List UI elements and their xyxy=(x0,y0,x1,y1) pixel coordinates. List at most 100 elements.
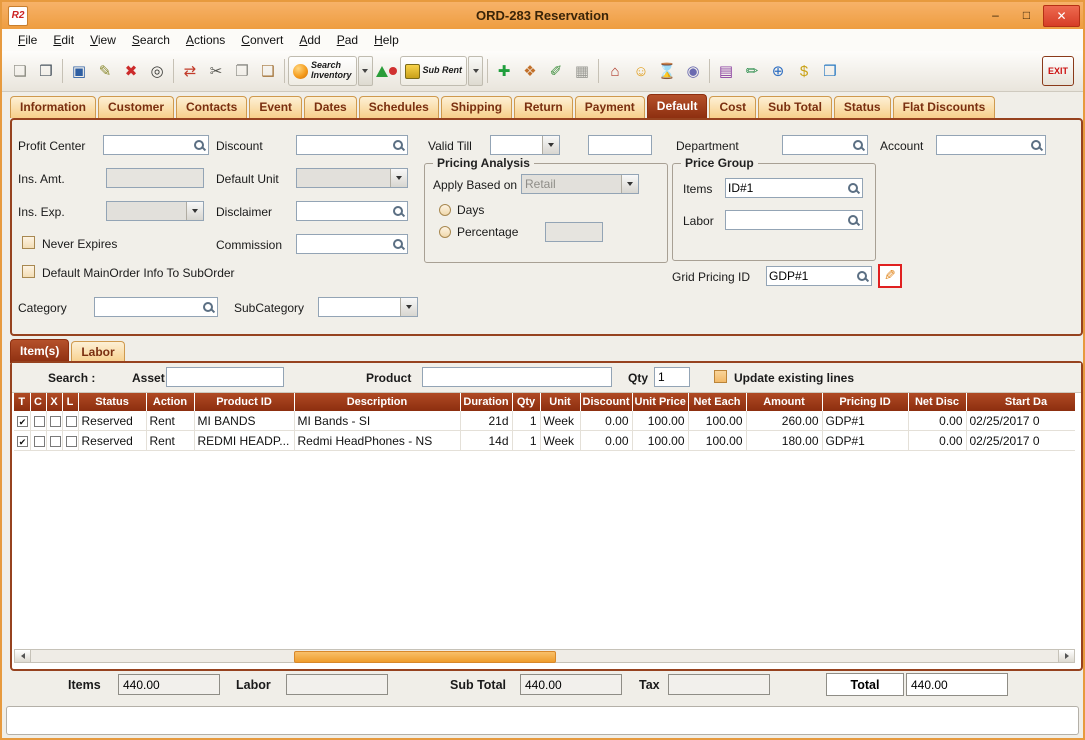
tab-cost[interactable]: Cost xyxy=(709,96,756,118)
notes-icon[interactable]: ✐ xyxy=(543,58,569,84)
col-header-t[interactable]: T xyxy=(14,393,30,411)
disclaimer-field[interactable] xyxy=(296,201,408,221)
col-header-qty[interactable]: Qty xyxy=(512,393,540,411)
col-header-description[interactable]: Description xyxy=(294,393,460,411)
add-item-icon[interactable]: ✚ xyxy=(491,58,517,84)
col-header-action[interactable]: Action xyxy=(146,393,194,411)
commission-field[interactable] xyxy=(296,234,408,254)
col-header-start-da[interactable]: Start Da xyxy=(966,393,1075,411)
col-header-x[interactable]: X xyxy=(46,393,62,411)
search-icon[interactable] xyxy=(847,182,860,195)
menu-convert[interactable]: Convert xyxy=(233,31,291,49)
grid-pricing-id-input[interactable] xyxy=(767,268,856,284)
convert-order-icon[interactable]: ⇄ xyxy=(177,58,203,84)
row-checkbox[interactable] xyxy=(34,436,45,447)
search-icon[interactable] xyxy=(856,270,869,283)
account-field[interactable] xyxy=(936,135,1046,155)
search-icon[interactable] xyxy=(392,238,405,251)
kits-icon[interactable]: ❖ xyxy=(517,58,543,84)
grid-pricing-edit-button[interactable] xyxy=(878,264,902,288)
tab-status[interactable]: Status xyxy=(834,96,891,118)
table-row[interactable]: ReservedRentREDMI HEADP...Redmi HeadPhon… xyxy=(14,431,1075,451)
sub-rent-button[interactable]: Sub Rent xyxy=(400,56,468,86)
col-header-discount[interactable]: Discount xyxy=(580,393,632,411)
tab-sub-total[interactable]: Sub Total xyxy=(758,96,832,118)
profit-center-input[interactable] xyxy=(104,137,193,153)
qty-input[interactable] xyxy=(654,367,690,387)
cut-icon[interactable]: ✂ xyxy=(203,58,229,84)
tab-flat-discounts[interactable]: Flat Discounts xyxy=(893,96,996,118)
default-mainorder-checkbox[interactable] xyxy=(22,265,35,278)
category-field[interactable] xyxy=(94,297,218,317)
row-checkbox[interactable] xyxy=(17,416,28,427)
menu-actions[interactable]: Actions xyxy=(178,31,233,49)
never-expires-checkbox[interactable] xyxy=(22,236,35,249)
search-icon[interactable] xyxy=(392,139,405,152)
find-icon[interactable]: ◎ xyxy=(144,58,170,84)
menu-help[interactable]: Help xyxy=(366,31,407,49)
row-checkbox[interactable] xyxy=(50,436,61,447)
books-icon[interactable]: ▤ xyxy=(713,58,739,84)
tab-event[interactable]: Event xyxy=(249,96,302,118)
col-header-unit-price[interactable]: Unit Price xyxy=(632,393,688,411)
tab-customer[interactable]: Customer xyxy=(98,96,174,118)
menu-pad[interactable]: Pad xyxy=(329,31,366,49)
sub-rent-dropdown-button[interactable] xyxy=(468,56,483,86)
col-header-amount[interactable]: Amount xyxy=(746,393,822,411)
items-tab-labor[interactable]: Labor xyxy=(71,341,124,363)
close-button[interactable]: ✕ xyxy=(1043,5,1080,27)
save-icon[interactable]: ▣ xyxy=(66,58,92,84)
account-input[interactable] xyxy=(937,137,1030,153)
paste-icon[interactable]: ❑ xyxy=(255,58,281,84)
items-tab-item-s[interactable]: Item(s) xyxy=(10,339,69,363)
scroll-right-button[interactable] xyxy=(1058,650,1074,662)
menu-file[interactable]: File xyxy=(10,31,45,49)
search-inventory-dropdown-button[interactable] xyxy=(358,56,373,86)
percentage-radio[interactable] xyxy=(439,226,451,238)
fax-icon[interactable]: ⌂ xyxy=(602,58,628,84)
discount-field[interactable] xyxy=(296,135,408,155)
globe-icon[interactable]: ⊕ xyxy=(765,58,791,84)
delete-icon[interactable]: ✖ xyxy=(118,58,144,84)
copy-icon[interactable]: ❐ xyxy=(229,58,255,84)
department-field[interactable] xyxy=(782,135,868,155)
scroll-left-button[interactable] xyxy=(15,650,31,662)
row-checkbox[interactable] xyxy=(50,416,61,427)
price-group-items-field[interactable] xyxy=(725,178,863,198)
search-icon[interactable] xyxy=(202,301,215,314)
maximize-button[interactable]: □ xyxy=(1012,5,1041,25)
row-checkbox[interactable] xyxy=(34,416,45,427)
smiley-icon[interactable]: ☺ xyxy=(628,58,654,84)
update-existing-lines-checkbox[interactable] xyxy=(714,370,727,383)
product-input[interactable] xyxy=(422,367,612,387)
subcategory-select[interactable] xyxy=(318,297,418,317)
edit-icon[interactable]: ✎ xyxy=(92,58,118,84)
menu-edit[interactable]: Edit xyxy=(45,31,82,49)
department-input[interactable] xyxy=(783,137,852,153)
grid-pricing-id-field[interactable] xyxy=(766,266,872,286)
menu-view[interactable]: View xyxy=(82,31,124,49)
col-header-status[interactable]: Status xyxy=(78,393,146,411)
scroll-thumb[interactable] xyxy=(294,651,556,663)
tab-schedules[interactable]: Schedules xyxy=(359,96,439,118)
print-icon[interactable]: ❒ xyxy=(33,58,59,84)
price-group-items-input[interactable] xyxy=(726,180,847,196)
exit-button[interactable]: EXIT xyxy=(1042,56,1074,86)
tab-payment[interactable]: Payment xyxy=(575,96,645,118)
tab-default[interactable]: Default xyxy=(647,94,708,118)
asset-input[interactable] xyxy=(166,367,284,387)
col-header-net-each[interactable]: Net Each xyxy=(688,393,746,411)
valid-till-time-input[interactable] xyxy=(588,135,652,155)
profit-center-field[interactable] xyxy=(103,135,209,155)
clock-icon[interactable]: ⌛ xyxy=(654,58,680,84)
grid-icon[interactable]: ▦ xyxy=(569,58,595,84)
search-icon[interactable] xyxy=(1030,139,1043,152)
money-icon[interactable]: $ xyxy=(791,58,817,84)
table-row[interactable]: ReservedRentMI BANDSMI Bands - SI21d1Wee… xyxy=(14,411,1075,431)
row-checkbox[interactable] xyxy=(66,436,77,447)
search-icon[interactable] xyxy=(392,205,405,218)
minimize-button[interactable]: – xyxy=(981,5,1010,25)
tab-contacts[interactable]: Contacts xyxy=(176,96,247,118)
col-header-product-id[interactable]: Product ID xyxy=(194,393,294,411)
col-header-pricing-id[interactable]: Pricing ID xyxy=(822,393,908,411)
